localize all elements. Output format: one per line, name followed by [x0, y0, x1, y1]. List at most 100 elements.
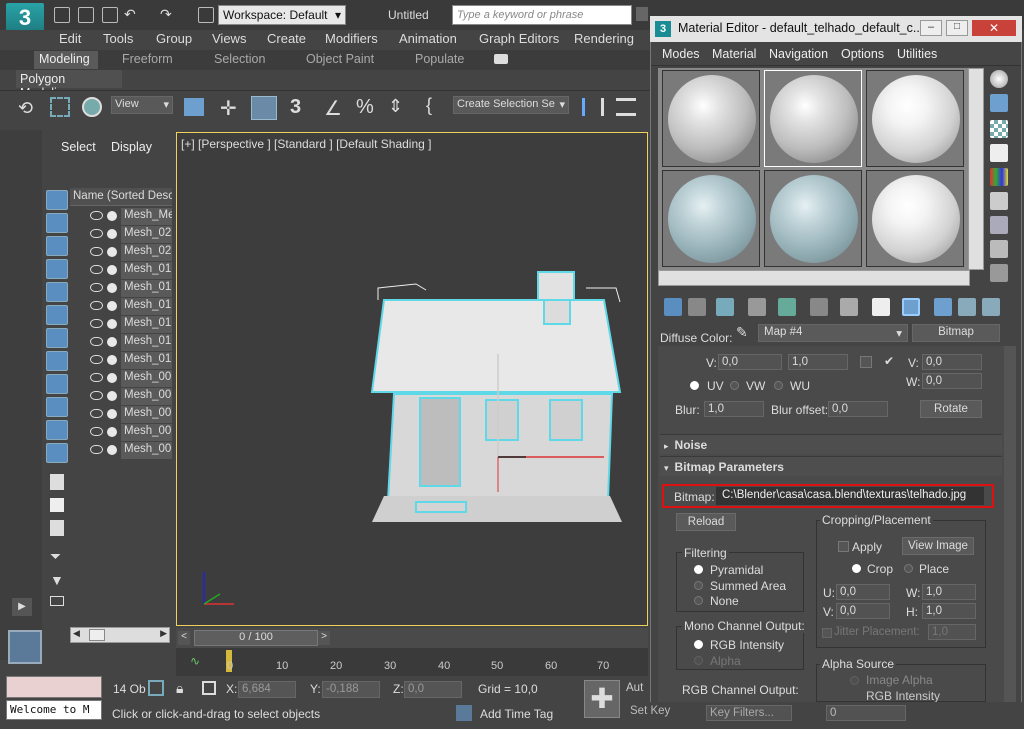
display-none-icon[interactable] [50, 498, 64, 512]
material-id-icon[interactable] [840, 298, 858, 316]
h-spinner[interactable]: 1,0 [922, 603, 976, 619]
mirror-checkbox[interactable] [860, 356, 872, 368]
visibility-eye-icon[interactable] [90, 445, 103, 454]
scroll-thumb[interactable] [89, 629, 105, 641]
percent-snap-icon[interactable]: % [356, 96, 374, 119]
visibility-eye-icon[interactable] [90, 409, 103, 418]
menu-graph-editors[interactable]: Graph Editors [479, 31, 559, 46]
blur-offset-spinner[interactable]: 0,0 [828, 401, 888, 417]
freeze-dot-icon[interactable] [107, 319, 117, 329]
visibility-eye-icon[interactable] [90, 355, 103, 364]
search-icon[interactable] [636, 7, 648, 21]
menu-animation[interactable]: Animation [399, 31, 457, 46]
reset-map-icon[interactable] [748, 298, 766, 316]
maxscript-mini-listener[interactable] [6, 676, 102, 698]
listener-output[interactable]: Welcome to M [6, 700, 102, 720]
menu-navigation[interactable]: Navigation [769, 47, 828, 61]
filter-frozen-icon[interactable] [46, 420, 68, 440]
make-unique-icon[interactable] [778, 298, 796, 316]
options-icon[interactable] [990, 216, 1008, 234]
slots-horizontal-scrollbar[interactable] [658, 270, 970, 286]
eyedropper-icon[interactable]: ✎ [736, 324, 748, 341]
image-alpha-radio[interactable] [850, 676, 859, 685]
undo-icon[interactable]: ⟲ [18, 98, 33, 119]
select-object-icon[interactable] [82, 97, 102, 117]
z-coordinate-field[interactable]: 0,0 [404, 681, 462, 698]
freeze-dot-icon[interactable] [107, 427, 117, 437]
freeze-dot-icon[interactable] [107, 247, 117, 257]
house-model[interactable] [176, 132, 648, 626]
scroll-left-icon[interactable]: ◀ [73, 628, 80, 639]
map-name-field[interactable]: Map #4 ▾ [758, 324, 908, 342]
spinner-snap-icon[interactable]: ⇕ [388, 96, 403, 117]
vw-radio[interactable] [730, 381, 739, 390]
list-item[interactable]: Mesh_02 [88, 244, 172, 262]
filter-groups-icon[interactable] [46, 328, 68, 348]
visibility-eye-icon[interactable] [90, 319, 103, 328]
isolate-selection-icon[interactable] [148, 680, 164, 696]
x-coordinate-field[interactable]: 6,684 [238, 681, 296, 698]
list-item[interactable]: Mesh_00 [88, 388, 172, 406]
menu-modifiers[interactable]: Modifiers [325, 31, 378, 46]
uv-tiling-icon[interactable] [990, 144, 1008, 162]
list-item[interactable]: Mesh_00 [88, 442, 172, 460]
jitter-spinner[interactable]: 1,0 [928, 624, 976, 640]
show-end-result-icon[interactable] [902, 298, 920, 316]
filter-hidden-icon[interactable] [46, 443, 68, 463]
menu-create[interactable]: Create [267, 31, 306, 46]
pivot-icon[interactable] [184, 98, 204, 116]
get-material-icon[interactable] [664, 298, 682, 316]
material-slot[interactable] [662, 170, 760, 267]
list-item[interactable]: Mesh_01 [88, 298, 172, 316]
material-slot[interactable] [764, 170, 862, 267]
display-invert-icon[interactable] [50, 520, 64, 536]
set-key-label[interactable]: Set Key [630, 705, 670, 717]
select-by-material-icon[interactable] [990, 240, 1008, 258]
make-preview-icon[interactable] [990, 192, 1008, 210]
current-frame-field[interactable]: 0 [826, 705, 906, 721]
v-tiling-spinner[interactable]: 1,0 [788, 354, 848, 370]
uv-radio[interactable] [690, 381, 699, 390]
slots-vertical-scrollbar[interactable] [968, 68, 984, 270]
material-slot[interactable] [662, 70, 760, 167]
tile-checkbox[interactable]: ✔ [884, 354, 894, 368]
map-type-button[interactable]: Bitmap [912, 324, 1000, 342]
place-radio[interactable] [904, 564, 913, 573]
align-icon[interactable] [616, 98, 636, 116]
angle-snap-icon[interactable]: ∠ [324, 96, 342, 121]
visibility-eye-icon[interactable] [90, 427, 103, 436]
menu-material[interactable]: Material [712, 47, 756, 61]
list-item[interactable]: Mesh_00 [88, 424, 172, 442]
go-to-parent-icon[interactable] [934, 298, 952, 316]
add-time-tag-button[interactable]: Add Time Tag [480, 707, 553, 721]
list-item[interactable]: Mesh_00 [88, 370, 172, 388]
bitmap-path-button[interactable]: C:\Blender\casa\casa.blend\texturas\telh… [716, 487, 984, 505]
none-radio[interactable] [694, 596, 703, 605]
visibility-eye-icon[interactable] [90, 373, 103, 382]
pick-material-icon[interactable] [982, 298, 1000, 316]
list-item[interactable]: Mesh_01 [88, 280, 172, 298]
tab-populate[interactable]: Populate [415, 52, 464, 66]
polygon-modeling-tab[interactable]: Polygon Modeling [16, 70, 122, 100]
menu-views[interactable]: Views [212, 31, 246, 46]
scene-tab-display[interactable]: Display [111, 140, 152, 154]
move-icon[interactable]: ✛ [220, 96, 237, 121]
redo-icon[interactable]: ↷ [160, 6, 172, 23]
put-to-library-icon[interactable] [810, 298, 828, 316]
list-item[interactable]: Mesh_01 [88, 262, 172, 280]
rotate-button[interactable]: Rotate [920, 400, 982, 418]
filter-lights-icon[interactable] [46, 236, 68, 256]
absolute-mode-icon[interactable] [202, 681, 216, 695]
freeze-dot-icon[interactable] [107, 301, 117, 311]
open-file-icon[interactable] [78, 7, 94, 23]
list-item[interactable]: Mesh_00 [88, 406, 172, 424]
snaps-toggle-icon[interactable]: 3 [290, 96, 301, 119]
sample-type-icon[interactable] [990, 70, 1008, 88]
visibility-eye-icon[interactable] [90, 391, 103, 400]
visibility-eye-icon[interactable] [90, 301, 103, 310]
workspace-dropdown[interactable]: Workspace: Default ▾ [218, 5, 346, 25]
list-item[interactable]: Mesh_01 [88, 316, 172, 334]
tab-modeling[interactable]: Modeling [34, 51, 98, 69]
material-map-navigator-icon[interactable] [990, 264, 1008, 282]
mono-alpha-radio[interactable] [694, 656, 703, 665]
